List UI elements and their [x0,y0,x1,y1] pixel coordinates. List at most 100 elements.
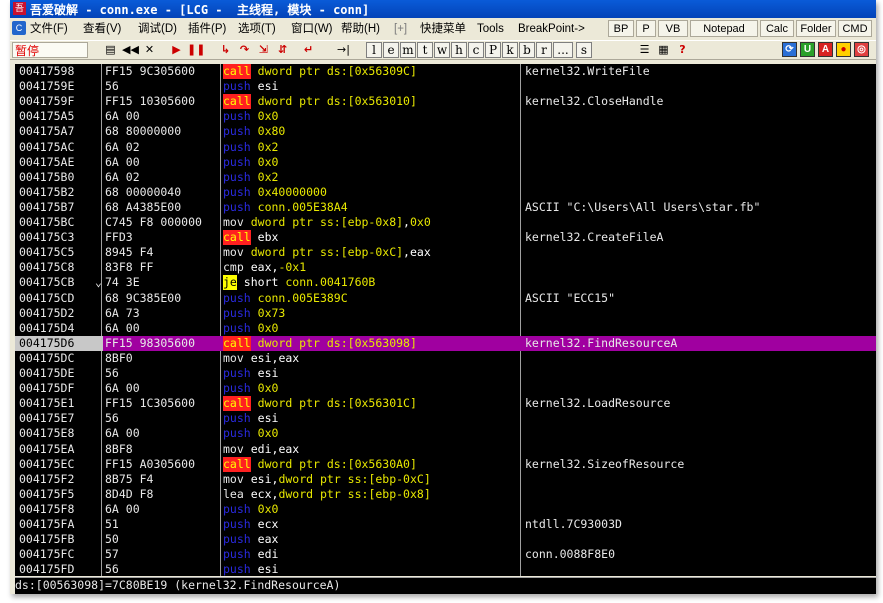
plugin-u-icon[interactable]: U [800,42,815,57]
trace-into-icon[interactable]: ⇲ [255,42,272,58]
help-icon[interactable]: ? [674,42,691,58]
instruction-row[interactable]: 004175FA 51 push ecx ntdll.7C93003D [15,517,876,532]
selected-instruction-row[interactable]: 004175D6 FF15 98305600 call dword ptr ds:[… [15,335,876,351]
disassembly-cell: push 0x0 [223,426,517,441]
menu-shortcuts[interactable]: 快捷菜单 [420,20,466,38]
threads-window-button[interactable]: t [417,42,433,58]
instruction-row[interactable]: 004175CD 68 9C385E00 push conn.005E389C ASC… [15,291,876,306]
title-bar[interactable]: 吾 吾爱破解 - conn.exe - [LCG - 主线程, 模块 - con… [10,0,876,18]
rewind-icon[interactable]: ◀◀ [122,42,139,58]
grid-icon[interactable]: ▦ [655,42,672,58]
instruction-row[interactable]: 004175FD 56 push esi [15,562,876,576]
cmd-button[interactable]: CMD [838,20,872,37]
run-icon[interactable]: ▶ [168,42,185,58]
log-window-button[interactable]: l [366,42,382,58]
address-cell: 004175CD [19,290,75,305]
list-icon[interactable]: ☰ [636,42,653,58]
instruction-row[interactable]: 004175CB ⌄ 74 3E je short conn.0041760B [15,275,876,291]
disassembly-pane[interactable]: 00417598 FF15 9C305600 call dword ptr ds:[… [15,64,876,576]
execute-till-return-icon[interactable]: ↵ [300,42,317,58]
instruction-row[interactable]: 004175EA 8BF8 mov edi,eax [15,442,876,457]
notepad-button[interactable]: Notepad [690,20,758,37]
menu-file[interactable]: 文件(F) [30,20,68,38]
address-cell: 004175FA [19,517,75,531]
address-cell: 0041759E [19,79,75,94]
run-trace-button[interactable]: ... [553,42,573,58]
close-icon[interactable]: ✕ [141,42,158,58]
goto-address-icon[interactable]: →| [335,42,352,58]
menu-debug[interactable]: 调试(D) [138,20,177,38]
operand-token: edi [257,547,279,562]
instruction-row[interactable]: 004175EC FF15 A0305600 call dword ptr ds:[… [15,456,876,472]
instruction-row[interactable]: 004175C3 FFD3 call ebx kernel32.CreateFileA [15,230,876,246]
operand-token: eax [250,260,272,275]
references-button[interactable]: r [536,42,552,58]
refresh-icon[interactable]: ⟳ [782,42,797,57]
instruction-row[interactable]: 004175C8 83F8 FF cmp eax,-0x1 [15,260,876,275]
instruction-row[interactable]: 004175A5 6A 00 push 0x0 [15,109,876,124]
cpu-window-button[interactable]: c [468,42,484,58]
vb-button[interactable]: VB [658,20,688,37]
trace-over-icon[interactable]: ⇵ [274,42,291,58]
menu-options[interactable]: 选项(T) [238,20,276,38]
instruction-row[interactable]: 0041759F FF15 10305600 call dword ptr ds:[… [15,94,876,110]
instruction-row[interactable]: 004175B0 6A 02 push 0x2 [15,170,876,185]
instruction-row[interactable]: 004175E8 6A 00 push 0x0 [15,426,876,441]
menu-tools[interactable]: Tools [477,20,504,38]
instruction-row[interactable]: 004175F8 6A 00 push 0x0 [15,502,876,517]
open-icon[interactable]: ▤ [102,42,119,58]
instruction-row[interactable]: 004175DF 6A 00 push 0x0 [15,381,876,396]
instruction-row[interactable]: 004175E1 FF15 1C305600 call dword ptr ds:[… [15,396,876,412]
hex-dump-cell: 68 A4385E00 [105,199,182,214]
plugin-circle-icon[interactable]: ● [836,42,851,57]
instruction-row[interactable]: 004175E7 56 push esi [15,411,876,426]
disassembly-cell: call dword ptr ds:[0x5630A0] [223,456,517,472]
instruction-row[interactable]: 004175FB 50 push eax [15,532,876,547]
memory-window-button[interactable]: m [400,42,416,58]
bp-button[interactable]: BP [608,20,634,37]
instruction-row[interactable]: 004175DC 8BF0 mov esi,eax [15,351,876,366]
modules-window-button[interactable]: e [383,42,399,58]
operand-token: 0x0 [257,320,279,335]
instruction-row[interactable]: 004175A7 68 80000000 push 0x80 [15,124,876,139]
step-over-icon[interactable]: ↷ [236,42,253,58]
menu-plugins[interactable]: 插件(P) [188,20,226,38]
instruction-row[interactable]: 004175D4 6A 00 push 0x0 [15,321,876,336]
comment-cell [525,487,875,502]
plugin-target-icon[interactable]: ◎ [854,42,869,57]
handles-window-button[interactable]: h [451,42,467,58]
call-stack-button[interactable]: k [502,42,518,58]
instruction-row[interactable]: 004175AC 6A 02 push 0x2 [15,140,876,155]
pause-icon[interactable]: ❚❚ [187,42,205,58]
instruction-row[interactable]: 00417598 FF15 9C305600 call dword ptr ds:[… [15,64,876,79]
menu-breakpoint[interactable]: BreakPoint-> [518,20,585,38]
instruction-row[interactable]: 004175D2 6A 73 push 0x73 [15,306,876,321]
operands: 0x0 [258,381,279,395]
instruction-row[interactable]: 004175F2 8B75 F4 mov esi,dword ptr ss:[ebp… [15,472,876,487]
instruction-row[interactable]: 004175BC C745 F8 000000 mov dword ptr ss:[… [15,215,876,230]
menu-help[interactable]: 帮助(H) [341,20,380,38]
folder-button[interactable]: Folder [796,20,836,37]
p-button[interactable]: P [636,20,656,37]
source-button[interactable]: s [576,42,592,58]
jump-marker [95,215,103,230]
instruction-row[interactable]: 004175C5 8945 F4 mov dword ptr ss:[ebp-0xC… [15,245,876,260]
breakpoints-button[interactable]: b [519,42,535,58]
plugin-a-icon[interactable]: A [818,42,833,57]
menu-window[interactable]: 窗口(W) [291,20,333,38]
instruction-row[interactable]: 004175FC 57 push edi conn.0088F8E0 [15,547,876,562]
instruction-row[interactable]: 004175B2 68 00000040 push 0x40000000 [15,185,876,200]
calc-button[interactable]: Calc [760,20,794,37]
instruction-row[interactable]: 004175F5 8D4D F8 lea ecx,dword ptr ss:[ebp… [15,487,876,502]
menu-view[interactable]: 查看(V) [83,20,121,38]
instruction-row[interactable]: 004175DE 56 push esi [15,366,876,381]
windows-window-button[interactable]: w [434,42,450,58]
patches-window-button[interactable]: P [485,42,501,58]
system-menu-icon[interactable]: C [12,21,26,35]
step-into-icon[interactable]: ↳ [217,42,234,58]
menu-expand[interactable]: [+] [394,20,407,38]
instruction-row[interactable]: 0041759E 56 push esi [15,79,876,94]
instruction-row[interactable]: 004175B7 68 A4385E00 push conn.005E38A4 ASC… [15,200,876,215]
instruction-row[interactable]: 004175AE 6A 00 push 0x0 [15,155,876,170]
opcode-mnemonic: push [223,426,251,441]
